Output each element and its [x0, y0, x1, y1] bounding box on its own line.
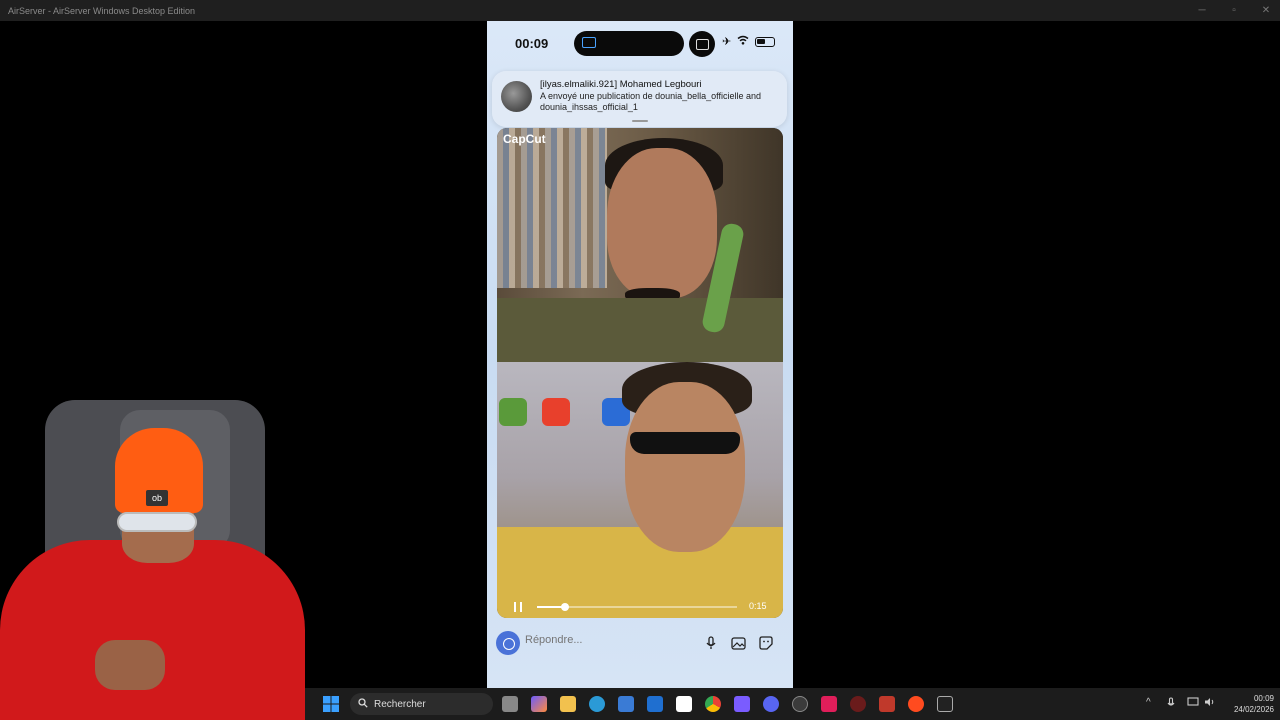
airplay-icon [582, 37, 596, 48]
task-view-icon[interactable] [502, 696, 518, 712]
screen-mirror-icon [689, 31, 715, 57]
windows-start-icon[interactable] [323, 696, 339, 712]
microphone-icon[interactable] [702, 634, 720, 652]
taskbar-search[interactable]: Rechercher [350, 693, 493, 715]
epic-games-icon[interactable] [937, 696, 953, 712]
notification-body: A envoyé une publication de dounia_bella… [540, 91, 762, 112]
app-icon[interactable] [821, 696, 837, 712]
file-explorer-icon[interactable] [560, 696, 576, 712]
app-icon[interactable] [676, 696, 692, 712]
system-clock[interactable]: 00:09 24/02/2026 [1234, 693, 1274, 715]
outlook-icon[interactable] [647, 696, 663, 712]
dynamic-island[interactable] [574, 31, 684, 56]
avatar [501, 81, 532, 112]
reply-input[interactable] [525, 634, 675, 646]
wifi-icon [737, 35, 749, 48]
close-button[interactable]: ✕ [1250, 0, 1280, 21]
video-progress-bar[interactable] [537, 603, 737, 611]
edge-icon[interactable] [589, 696, 605, 712]
window-title: AirServer - AirServer Windows Desktop Ed… [8, 5, 196, 16]
orange-beanie: ob [115, 428, 203, 513]
status-time: 00:09 [515, 36, 549, 51]
pause-icon[interactable] [514, 602, 522, 612]
video-frame-bottom [497, 362, 783, 618]
app-icon[interactable] [850, 696, 866, 712]
video-frame-top: CapCut [497, 128, 783, 362]
microphone-icon[interactable] [1167, 697, 1175, 712]
capcut-watermark: CapCut [503, 132, 546, 146]
person-face [625, 382, 745, 552]
volume-icon[interactable] [1204, 697, 1216, 710]
video-controls: 0:15 [497, 598, 783, 618]
goggles [117, 512, 197, 532]
network-icon[interactable] [1187, 697, 1199, 710]
search-label: Rechercher [374, 698, 426, 710]
chevron-up-icon[interactable]: ^ [1146, 697, 1151, 708]
hands-holding-phone [95, 640, 165, 690]
search-icon [358, 697, 368, 711]
ea-icon[interactable] [908, 696, 924, 712]
notification-title: [ilyas.elmaliki.921] Mohamed Legbouri [540, 79, 702, 90]
video-player[interactable]: CapCut 0:15 [497, 128, 783, 618]
minimize-button[interactable]: ─ [1186, 0, 1218, 21]
copilot-icon[interactable] [531, 696, 547, 712]
phone-screen: 00:09 ✈ [ilyas.elmaliki.921] Mohamed Leg… [487, 21, 793, 688]
reply-bar [487, 628, 793, 658]
clock-time: 00:09 [1253, 694, 1274, 703]
sunglasses [630, 432, 740, 454]
uniform [497, 298, 783, 362]
webcam-overlay: ob [0, 400, 305, 720]
video-scrubber[interactable] [561, 603, 569, 611]
app-icon [542, 398, 570, 426]
airplane-mode-icon: ✈ [722, 36, 732, 48]
windows-taskbar: Rechercher ^ 00:09 24/02/2026 [305, 688, 1280, 720]
camera-icon[interactable] [496, 631, 520, 655]
bookshelf-image [497, 128, 607, 288]
red-jacket [0, 540, 305, 720]
obs-icon[interactable] [792, 696, 808, 712]
store-icon[interactable] [618, 696, 634, 712]
game-controller-icon[interactable] [734, 696, 750, 712]
app-icon[interactable] [879, 696, 895, 712]
beanie-logo: ob [146, 490, 168, 506]
clock-date: 24/02/2026 [1233, 705, 1274, 714]
chrome-icon[interactable] [705, 696, 721, 712]
sticker-icon[interactable] [757, 634, 775, 652]
video-time: 0:15 [749, 601, 767, 611]
message-notification[interactable]: [ilyas.elmaliki.921] Mohamed Legbouri A … [492, 71, 787, 127]
discord-icon[interactable] [763, 696, 779, 712]
battery-icon [755, 36, 776, 47]
person-face [607, 148, 717, 298]
maximize-button[interactable]: ▫ [1218, 0, 1250, 21]
status-icons: ✈ [722, 35, 776, 48]
notification-grabber[interactable] [632, 120, 648, 122]
window-titlebar: AirServer - AirServer Windows Desktop Ed… [0, 0, 1280, 21]
gallery-icon[interactable] [729, 634, 747, 652]
app-icon [499, 398, 527, 426]
